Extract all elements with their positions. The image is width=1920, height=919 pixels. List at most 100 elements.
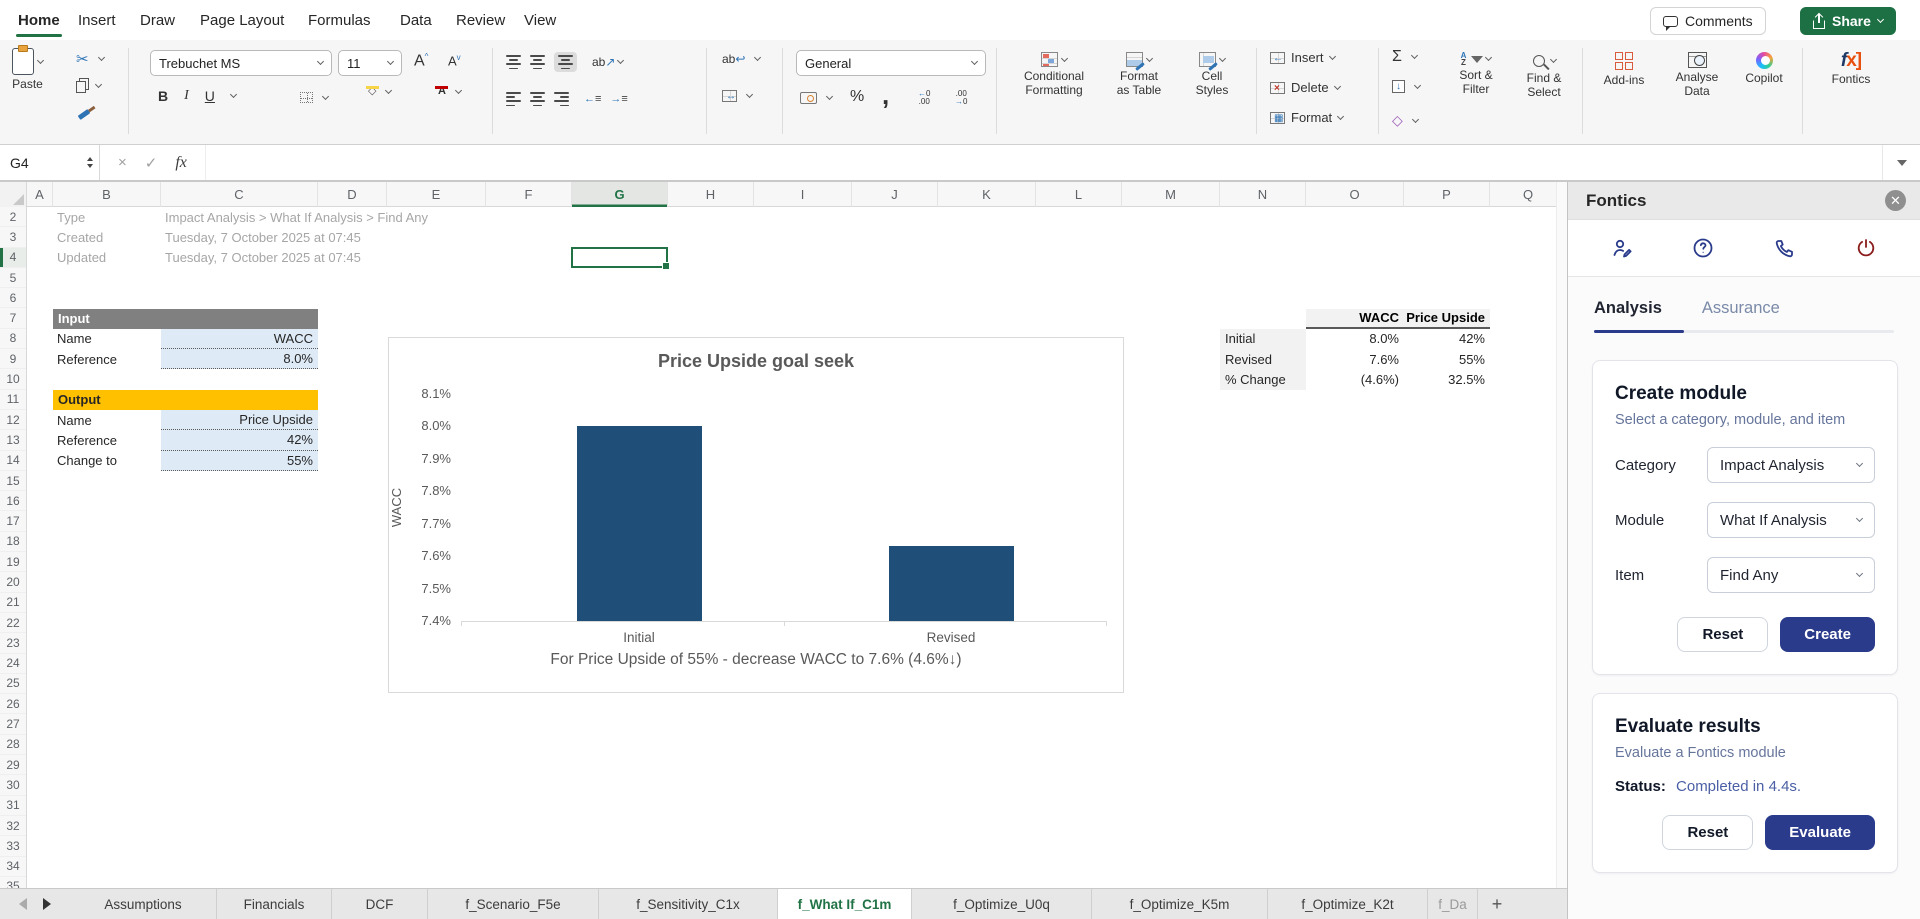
row-header-19[interactable]: 19 [0, 552, 26, 573]
font-color-button[interactable]: A [435, 86, 462, 97]
align-center-icon[interactable] [530, 92, 545, 107]
close-icon[interactable]: ✕ [1885, 190, 1906, 211]
ribbon-tab-insert[interactable]: Insert [76, 0, 118, 40]
row-header-18[interactable]: 18 [0, 532, 26, 553]
align-top-icon[interactable] [506, 55, 521, 70]
row-header-35[interactable]: 35 [0, 877, 26, 888]
analyse-data-button[interactable]: Analyse Data [1668, 52, 1726, 99]
profile-edit-icon[interactable] [1610, 236, 1634, 260]
merge-center-button[interactable]: ↔ [722, 90, 754, 102]
column-header-A[interactable]: A [27, 182, 53, 207]
ribbon-tab-home[interactable]: Home [16, 0, 62, 40]
decrease-decimal-button[interactable]: .00 →0 [955, 90, 967, 106]
shrink-font-button[interactable]: Av [448, 53, 461, 68]
format-as-table-button[interactable]: Format as Table [1106, 52, 1172, 98]
create-reset-button[interactable]: Reset [1677, 617, 1769, 652]
row-header-34[interactable]: 34 [0, 857, 26, 877]
prev-sheet-icon[interactable] [19, 898, 27, 910]
delete-cells-button[interactable]: × Delete [1270, 80, 1341, 95]
column-header-B[interactable]: B [53, 182, 161, 207]
cut-button[interactable]: ✂ [76, 50, 105, 68]
formula-input[interactable] [204, 145, 1882, 180]
confirm-entry-icon[interactable]: ✓ [145, 154, 158, 172]
align-right-icon[interactable] [554, 92, 569, 107]
row-header-20[interactable]: 20 [0, 572, 26, 593]
name-box[interactable]: G4 [0, 145, 100, 180]
row-header-6[interactable]: 6 [0, 288, 26, 309]
row-header-21[interactable]: 21 [0, 593, 26, 613]
output-row-value[interactable]: 42% [161, 430, 318, 451]
tab-analysis[interactable]: Analysis [1594, 299, 1662, 330]
accounting-format-button[interactable] [800, 92, 834, 104]
vertical-scrollbar[interactable] [1556, 182, 1567, 888]
insert-function-icon[interactable]: fx [175, 154, 187, 172]
paste-button[interactable]: Paste [12, 45, 45, 92]
sheet-tab-f_optimize_k2t[interactable]: f_Optimize_K2t [1268, 889, 1428, 919]
column-header-F[interactable]: F [486, 182, 572, 207]
sheet-tab-f_sensitivity_c1x[interactable]: f_Sensitivity_C1x [599, 889, 778, 919]
row-header-5[interactable]: 5 [0, 268, 26, 289]
sheet-tab-f_da[interactable]: f_Da [1428, 889, 1478, 919]
row-header-23[interactable]: 23 [0, 633, 26, 654]
goal-seek-chart[interactable]: Price Upside goal seek 8.1% 8.0% 7.9% 7.8% 7.… [388, 337, 1124, 693]
orientation-button[interactable]: ab↗ [592, 55, 625, 69]
evaluate-button[interactable]: Evaluate [1765, 815, 1875, 850]
row-header-17[interactable]: 17 [0, 511, 26, 532]
ribbon-tab-view[interactable]: View [522, 0, 558, 40]
ribbon-tab-data[interactable]: Data [398, 0, 434, 40]
input-row-value[interactable]: 8.0% [161, 349, 318, 370]
addins-button[interactable]: Add-ins [1596, 52, 1652, 88]
column-header-N[interactable]: N [1220, 182, 1306, 207]
row-header-22[interactable]: 22 [0, 613, 26, 634]
row-header-11[interactable]: 11 [0, 390, 26, 410]
output-row-value[interactable]: Price Upside [161, 410, 318, 431]
sheet-tab-f_scenario_f5e[interactable]: f_Scenario_F5e [428, 889, 599, 919]
row-header-30[interactable]: 30 [0, 775, 26, 796]
name-box-spinner[interactable] [87, 157, 93, 168]
row-header-8[interactable]: 8 [0, 329, 26, 350]
borders-button[interactable] [300, 92, 330, 103]
column-header-G[interactable]: G [572, 182, 668, 207]
copilot-button[interactable]: Copilot [1736, 52, 1792, 86]
row-header-3[interactable]: 3 [0, 227, 26, 248]
italic-button[interactable]: I [184, 88, 189, 104]
row-header-26[interactable]: 26 [0, 694, 26, 715]
underline-button[interactable]: U [205, 88, 215, 104]
row-header-10[interactable]: 10 [0, 369, 26, 390]
font-size-select[interactable]: 11 [338, 50, 402, 76]
cell-styles-button[interactable]: Cell Styles [1182, 52, 1242, 98]
increase-decimal-button[interactable]: ←0.00 [918, 90, 930, 106]
fill-color-button[interactable]: ◇ [365, 86, 393, 97]
power-icon[interactable] [1854, 236, 1878, 260]
sort-filter-button[interactable]: AZ Sort & Filter [1448, 52, 1504, 97]
row-header-12[interactable]: 12 [0, 410, 26, 431]
row-header-31[interactable]: 31 [0, 796, 26, 816]
row-header-15[interactable]: 15 [0, 471, 26, 492]
wrap-text-button[interactable]: ab↩ [722, 52, 762, 66]
column-header-L[interactable]: L [1036, 182, 1122, 207]
row-header-16[interactable]: 16 [0, 491, 26, 512]
selected-cell-G4[interactable] [571, 246, 670, 271]
share-button[interactable]: Share [1800, 7, 1896, 35]
ribbon-tab-page-layout[interactable]: Page Layout [198, 0, 286, 40]
row-header-9[interactable]: 9 [0, 349, 26, 370]
row-header-7[interactable]: 7 [0, 308, 26, 329]
column-header-M[interactable]: M [1122, 182, 1220, 207]
row-header-24[interactable]: 24 [0, 654, 26, 674]
fill-button[interactable]: ↓ [1392, 80, 1422, 93]
row-header-25[interactable]: 25 [0, 674, 26, 695]
input-row-value[interactable]: WACC [161, 328, 318, 350]
column-header-C[interactable]: C [161, 182, 318, 207]
sheet-nav-arrows[interactable] [0, 889, 70, 919]
sheet-tab-f_optimize_k5m[interactable]: f_Optimize_K5m [1092, 889, 1268, 919]
row-header-33[interactable]: 33 [0, 836, 26, 857]
column-header-I[interactable]: I [754, 182, 852, 207]
decrease-indent-icon[interactable]: ←≡ [584, 93, 601, 105]
column-header-H[interactable]: H [668, 182, 754, 207]
item-select[interactable]: Find Any [1707, 557, 1875, 593]
help-icon[interactable] [1691, 236, 1715, 260]
formula-bar-expand-button[interactable] [1882, 145, 1920, 180]
align-left-icon[interactable] [506, 92, 521, 107]
conditional-formatting-button[interactable]: Conditional Formatting [1010, 52, 1098, 98]
grow-font-button[interactable]: A^ [414, 52, 428, 70]
